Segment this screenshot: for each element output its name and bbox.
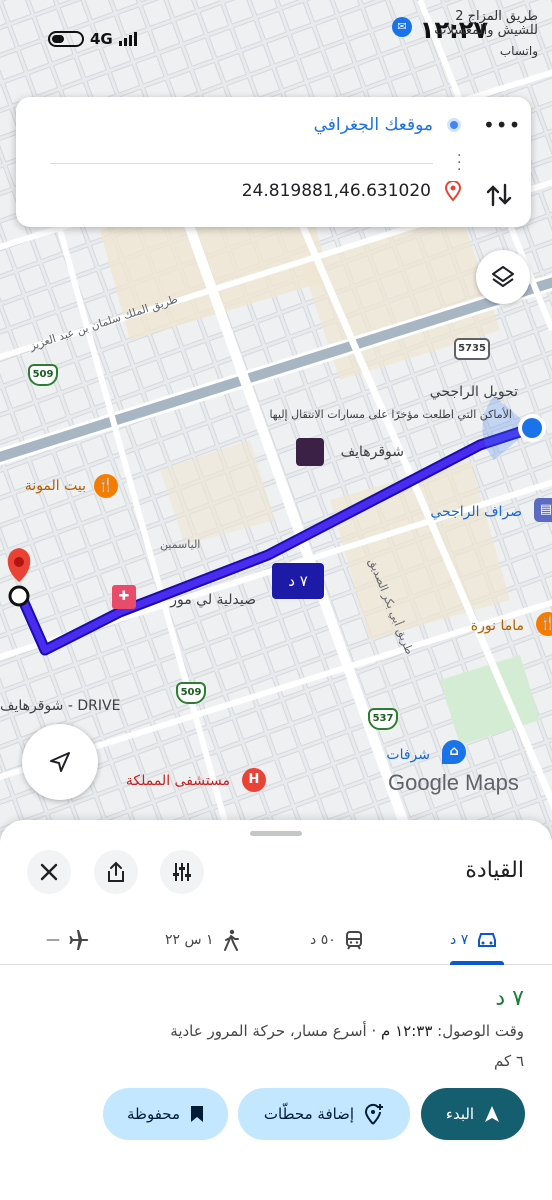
more-options-button[interactable]: •••	[483, 113, 520, 141]
route-card: ••• موقعك الجغرافي · · · 24.819881,46.6310…	[16, 97, 531, 227]
tab-label: ١ س ٢٢	[165, 932, 214, 948]
swap-vert-icon	[486, 183, 512, 207]
tab-driving[interactable]: ٧ د	[450, 915, 498, 965]
shawarma-logo-icon[interactable]	[296, 438, 324, 466]
network-type: 4G	[90, 30, 113, 48]
poi-rajhi-exchange[interactable]: صراف الراجحي	[430, 504, 522, 520]
my-location-button[interactable]	[22, 724, 98, 800]
signal-icon	[118, 32, 137, 46]
route-description: · أسرع مسار، حركة المرور عادية	[170, 1022, 377, 1040]
origin-field[interactable]: موقعك الجغرافي	[314, 115, 461, 135]
arrival-prefix: وقت الوصول:	[437, 1022, 524, 1040]
shopping-icon: ⌂	[442, 740, 466, 764]
divider	[50, 163, 433, 164]
layers-button[interactable]	[476, 250, 530, 304]
road-shield: 509	[176, 682, 206, 704]
start-button[interactable]: البدء	[421, 1088, 525, 1140]
more-horiz-icon: •••	[483, 113, 522, 137]
tab-flights[interactable]: —	[46, 915, 90, 965]
close-button[interactable]	[27, 850, 71, 894]
arrival-time: ١٢:٣٣ م	[381, 1022, 433, 1040]
atm-icon: ▤	[534, 498, 552, 522]
battery-icon	[48, 31, 84, 47]
car-icon	[478, 933, 497, 947]
saved-button[interactable]: محفوظة	[103, 1088, 228, 1140]
hospital-icon: H	[242, 768, 266, 792]
bookmark-icon	[191, 1106, 204, 1122]
flight-icon	[69, 930, 89, 950]
tab-label: —	[46, 932, 60, 948]
origin-dot-icon	[447, 118, 461, 132]
google-maps-logo: Google Maps	[388, 770, 519, 795]
arrival-info: وقت الوصول: ١٢:٣٣ م · أسرع مسار، حركة ال…	[170, 1022, 524, 1040]
drag-handle[interactable]	[250, 831, 302, 836]
pharmacy-icon: ✚	[112, 585, 136, 609]
destination-pin-icon	[445, 181, 461, 201]
add-location-icon	[365, 1103, 384, 1125]
poi-shawarma[interactable]: شوقرهايف	[341, 444, 404, 460]
route-duration: ٧ د	[495, 986, 524, 1011]
swap-button[interactable]	[483, 179, 515, 211]
route-connector-icon: · · ·	[457, 148, 462, 178]
route-distance: ٦ كم	[494, 1052, 524, 1070]
add-stops-button[interactable]: إضافة محطّات	[238, 1088, 410, 1140]
directions-sheet: القيادة ٧ د ٥٠ د ١ س ٢٢ — ٧ د وقت الوصول…	[0, 820, 552, 1200]
poi-pharmacy[interactable]: صيدلية لي مور	[170, 592, 256, 608]
share-button[interactable]	[94, 850, 138, 894]
origin-label: موقعك الجغرافي	[313, 115, 433, 135]
poi-shawarma-drive[interactable]: شوقرهايف - DRIVE	[0, 698, 120, 714]
close-icon	[40, 863, 58, 881]
tab-transit[interactable]: ٥٠ د	[310, 915, 364, 965]
destination-value: 24.819881,46.631020	[241, 181, 431, 201]
transit-icon	[345, 931, 362, 950]
poi-hospital[interactable]: مستشفى المملكة	[126, 773, 230, 789]
start-label: البدء	[445, 1105, 475, 1123]
whatsapp-notification-icon: ✉	[392, 17, 412, 37]
route-eta-badge[interactable]: ٧ د	[272, 563, 324, 599]
recent-places-label: الأماكن التي اطلعت مؤخرًا على مسارات الا…	[269, 408, 512, 421]
road-shield: 5735	[454, 338, 490, 360]
poi-bait-almoona[interactable]: بيت المونة	[25, 478, 86, 494]
poi-rajhi-transfer[interactable]: تحويل الراجحي	[430, 384, 518, 400]
district-label: الياسمين	[160, 538, 201, 551]
travel-mode-tabs: ٧ د ٥٠ د ١ س ٢٢ —	[0, 915, 552, 965]
restaurant-icon: 🍴	[94, 474, 118, 498]
tab-walking[interactable]: ١ س ٢٢	[165, 915, 240, 965]
navigation-arrow-icon	[50, 752, 70, 772]
destination-field[interactable]: 24.819881,46.631020	[242, 181, 461, 201]
sheet-title: القيادة	[465, 858, 524, 883]
notification-app: واتساب	[499, 44, 538, 58]
road-shield: 537	[368, 708, 398, 730]
tab-label: ٧ د	[450, 932, 469, 948]
poi-sharafat[interactable]: شرفات	[386, 747, 430, 763]
navigation-icon	[485, 1106, 500, 1122]
share-icon	[108, 861, 124, 882]
add-stops-label: إضافة محطّات	[263, 1105, 355, 1123]
tune-icon	[173, 863, 191, 881]
tab-label: ٥٠ د	[310, 932, 336, 948]
map-view[interactable]: 4G ✉ ١٢:٢٧ طريق المزاج 2 للشيش والمعسلات…	[0, 0, 552, 840]
walk-icon	[223, 929, 239, 951]
status-bar: 4G	[48, 30, 137, 48]
notification-title: طريق المزاج 2 للشيش والمعسلات	[434, 9, 538, 38]
saved-label: محفوظة	[126, 1105, 181, 1123]
layers-icon	[492, 266, 514, 287]
road-shield: 509	[28, 364, 58, 386]
route-options-button[interactable]	[160, 850, 204, 894]
poi-mama-noura[interactable]: ماما نورة	[471, 618, 524, 634]
active-tab-indicator	[450, 961, 504, 965]
